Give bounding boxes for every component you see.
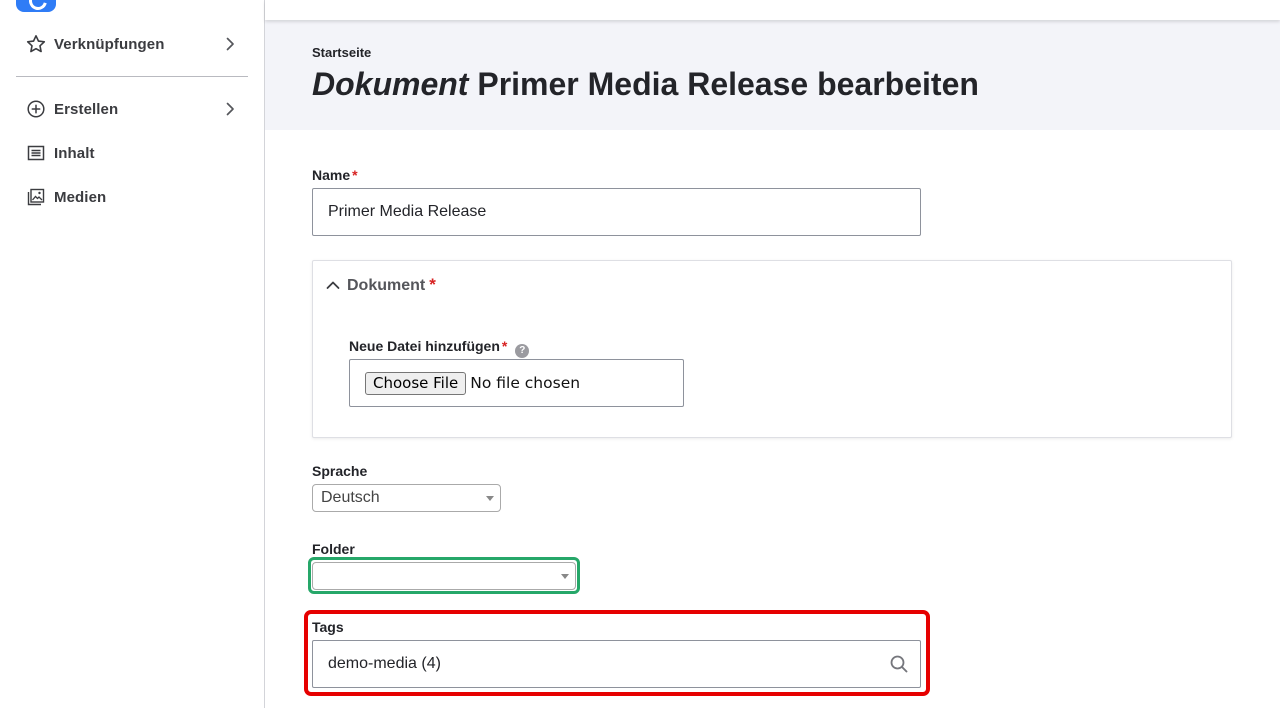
chevron-right-icon[interactable]: [222, 101, 238, 117]
sidebar-item-label: Inhalt: [54, 144, 95, 162]
file-upload-label: Neue Datei hinzufügen *?: [349, 338, 530, 358]
name-input[interactable]: Primer Media Release: [312, 188, 921, 236]
name-input-value: Primer Media Release: [328, 203, 487, 220]
document-details-summary[interactable]: Dokument *: [325, 275, 436, 295]
page-title-type: Dokument: [312, 66, 469, 102]
top-toolbar: [265, 0, 1280, 20]
choose-file-button[interactable]: Choose File: [365, 371, 467, 395]
page-title: Dokument Primer Media Release bearbeiten: [312, 66, 979, 103]
folder-label: Folder: [312, 541, 355, 557]
tags-input[interactable]: demo-media (4): [312, 640, 921, 688]
file-upload-widget: Choose File No file chosen: [349, 359, 684, 407]
sidebar-item-label: Verknüpfungen: [54, 35, 165, 53]
star-icon: [26, 34, 46, 54]
logo-icon[interactable]: [16, 0, 56, 12]
file-upload-label-text: Neue Datei hinzufügen: [349, 338, 500, 354]
content-list-icon: [26, 143, 46, 163]
chevron-right-icon[interactable]: [222, 36, 238, 52]
folder-select[interactable]: [312, 562, 576, 590]
language-select-value: Deutsch: [321, 489, 380, 506]
plus-circle-icon: [26, 99, 46, 119]
required-marker: *: [501, 338, 508, 354]
document-details-label: Dokument *: [347, 275, 436, 295]
dropdown-arrow-icon: [486, 496, 494, 501]
sidebar-item-media[interactable]: Medien: [16, 179, 248, 215]
tags-input-value: demo-media (4): [328, 655, 441, 672]
help-icon[interactable]: ?: [515, 343, 530, 358]
dropdown-arrow-icon: [561, 574, 569, 579]
required-marker: *: [352, 167, 358, 183]
document-summary-text: Dokument: [347, 277, 426, 294]
sidebar-item-content[interactable]: Inhalt: [16, 135, 248, 171]
breadcrumb[interactable]: Startseite: [312, 45, 371, 60]
required-marker: *: [429, 275, 436, 294]
chevron-up-icon: [325, 277, 341, 293]
search-icon: [890, 655, 908, 673]
sidebar-item-create[interactable]: Erstellen: [16, 91, 248, 127]
sidebar-divider: [16, 76, 248, 77]
language-label: Sprache: [312, 463, 368, 479]
sidebar-item-shortcuts[interactable]: Verknüpfungen: [16, 26, 248, 62]
page-header: Startseite Dokument Primer Media Release…: [265, 20, 1280, 130]
language-select[interactable]: Deutsch: [312, 484, 501, 512]
sidebar: Verknüpfungen Erstellen Inhalt Medien: [0, 0, 265, 708]
media-image-icon: [26, 187, 46, 207]
file-status-text: No file chosen: [470, 374, 581, 392]
sidebar-item-label: Erstellen: [54, 100, 119, 118]
name-label-text: Name: [312, 167, 351, 183]
tags-label: Tags: [312, 619, 344, 635]
sidebar-item-label: Medien: [54, 188, 107, 206]
page-title-text: Primer Media Release bearbeiten: [477, 66, 979, 102]
name-label: Name *: [312, 167, 358, 183]
